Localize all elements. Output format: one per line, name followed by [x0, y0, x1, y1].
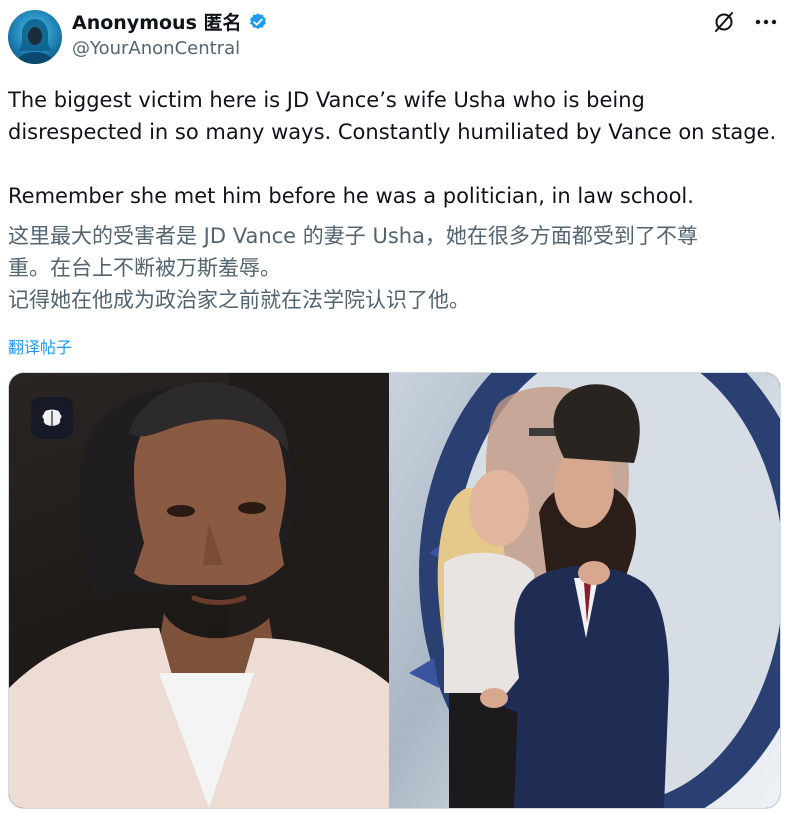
couple-on-stage-image [409, 373, 780, 808]
author-handle[interactable]: @YourAnonCentral [72, 38, 240, 59]
photo-right[interactable] [389, 373, 780, 808]
grok-brain-icon[interactable] [31, 397, 73, 439]
verified-badge-icon [249, 12, 266, 29]
translate-post-link[interactable]: 翻译帖子 [8, 334, 72, 358]
translated-line: 这里最大的受害者是 JD Vance 的妻子 Usha，她在很多方面都受到了不尊 [8, 224, 698, 248]
tweet-actions [712, 10, 778, 34]
translated-line: 记得她在他成为政治家之前就在法学院认识了他。 [8, 288, 470, 312]
hooded-figure-icon [16, 19, 54, 64]
avatar[interactable] [8, 10, 62, 64]
grok-slash-icon[interactable] [712, 10, 736, 34]
photo-left[interactable] [9, 373, 405, 808]
more-dots-icon[interactable] [754, 10, 778, 34]
author-name-row: Anonymous 匿名 [72, 8, 268, 35]
tweet-line: disrespected in so many ways. Constantly… [8, 120, 777, 144]
tweet-line: The biggest victim here is JD Vance’s wi… [8, 88, 645, 112]
tweet-body: The biggest victim here is JD Vance’s wi… [8, 84, 784, 212]
woman-portrait-image [9, 373, 405, 808]
tweet-media[interactable] [8, 372, 781, 809]
display-name[interactable]: Anonymous 匿名 [72, 8, 242, 35]
tweet-line: Remember she met him before he was a pol… [8, 184, 694, 208]
translated-body: 这里最大的受害者是 JD Vance 的妻子 Usha，她在很多方面都受到了不尊… [8, 220, 784, 316]
translated-line: 重。在台上不断被万斯羞辱。 [8, 256, 281, 280]
